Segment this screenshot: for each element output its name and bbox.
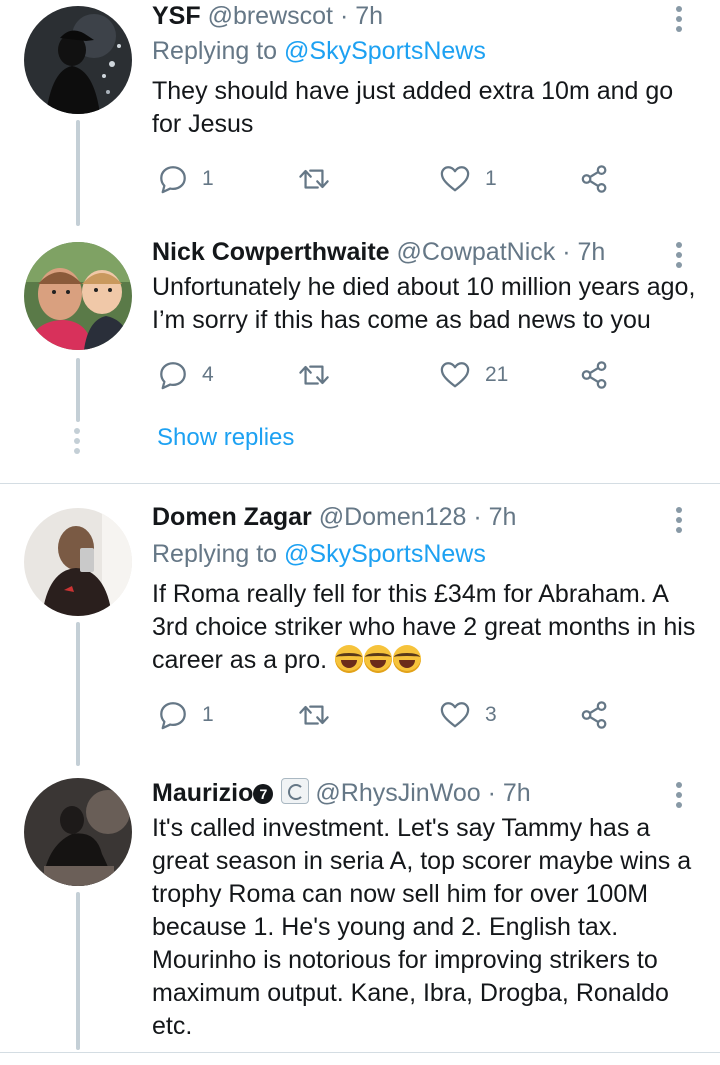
timestamp[interactable]: 7h [355, 2, 383, 30]
more-vertical-icon[interactable] [672, 6, 686, 36]
avatar[interactable] [24, 6, 132, 114]
like-count: 21 [485, 363, 509, 386]
display-name[interactable]: YSF [152, 2, 201, 30]
retweet-button[interactable] [297, 360, 331, 390]
reply-button[interactable]: 1 [158, 700, 214, 730]
more-vertical-icon[interactable] [672, 242, 686, 272]
more-vertical-icon[interactable] [672, 507, 686, 537]
replying-to-link[interactable]: @SkySportsNews [284, 37, 486, 65]
reply-button[interactable]: 1 [158, 164, 214, 194]
share-button[interactable] [580, 700, 610, 730]
tweet-text: Unfortunately he died about 10 million y… [152, 273, 696, 334]
reply-button[interactable]: 4 [158, 360, 214, 390]
separator: · [562, 238, 571, 266]
heart-icon [439, 164, 471, 194]
tweet-text: They should have just added extra 10m an… [152, 77, 674, 138]
separator: · [339, 2, 349, 30]
display-name[interactable]: Domen Zagar [152, 503, 312, 531]
avatar[interactable] [24, 242, 132, 350]
retweet-button[interactable] [297, 164, 331, 194]
face-with-tears-of-joy-icon [393, 645, 422, 673]
user-handle[interactable]: @Domen128 [319, 503, 467, 531]
like-button[interactable]: 3 [439, 700, 497, 730]
replying-to-link[interactable]: @SkySportsNews [284, 540, 486, 568]
reply-count: 4 [202, 363, 214, 386]
g-badge-icon [281, 778, 310, 804]
like-button[interactable]: 21 [439, 360, 508, 390]
replying-to: Replying to @SkySportsNews [152, 37, 486, 66]
share-icon [580, 164, 610, 194]
show-replies-link[interactable]: Show replies [157, 424, 294, 452]
replying-to: Replying to @SkySportsNews [152, 540, 486, 569]
share-icon [580, 700, 610, 730]
tweet-header: Domen Zagar @Domen128 · 7h [152, 503, 516, 532]
retweet-icon [297, 700, 331, 730]
separator: · [473, 503, 482, 531]
name-badge: 7 [253, 784, 274, 804]
thread-line [76, 892, 80, 1050]
face-with-tears-of-joy-icon [335, 645, 364, 673]
replying-to-label: Replying to [152, 37, 285, 65]
like-count: 3 [485, 703, 497, 726]
tweet-header: Maurizio 7 @RhysJinWoo · 7h [152, 778, 531, 808]
comment-bubble-icon [158, 360, 188, 390]
avatar[interactable] [24, 778, 132, 886]
retweet-icon [297, 164, 331, 194]
thread-line [76, 358, 80, 422]
display-name[interactable]: Nick Cowperthwaite [152, 238, 390, 266]
thread-line [76, 120, 80, 226]
tweet-text-content: If Roma really fell for this £34m for Ab… [152, 580, 696, 674]
reply-count: 1 [202, 703, 214, 726]
display-name[interactable]: Maurizio [152, 779, 253, 807]
comment-bubble-icon [158, 700, 188, 730]
replying-to-label: Replying to [152, 540, 285, 568]
tweet-text: If Roma really fell for this £34m for Ab… [152, 578, 707, 677]
timestamp[interactable]: 7h [503, 779, 531, 807]
heart-icon [439, 700, 471, 730]
tweet-header: YSF @brewscot · 7h [152, 2, 383, 31]
share-button[interactable] [580, 164, 610, 194]
heart-icon [439, 360, 471, 390]
retweet-icon [297, 360, 331, 390]
user-handle[interactable]: @RhysJinWoo [315, 779, 480, 807]
separator: · [487, 779, 496, 807]
like-count: 1 [485, 167, 497, 190]
user-handle[interactable]: @brewscot [208, 2, 333, 30]
share-icon [580, 360, 610, 390]
user-handle[interactable]: @CowpatNick [397, 238, 556, 266]
reply-count: 1 [202, 167, 214, 190]
divider [0, 483, 720, 484]
timestamp[interactable]: 7h [489, 503, 517, 531]
tweet-text: It's called investment. Let's say Tammy … [152, 814, 692, 1040]
more-vertical-icon[interactable] [672, 782, 686, 812]
tweet-header: Nick Cowperthwaite @CowpatNick · 7h [152, 238, 605, 267]
comment-bubble-icon [158, 164, 188, 194]
face-with-tears-of-joy-icon [364, 645, 393, 673]
like-button[interactable]: 1 [439, 164, 497, 194]
retweet-button[interactable] [297, 700, 331, 730]
thread-line [76, 622, 80, 766]
divider [0, 1052, 720, 1053]
share-button[interactable] [580, 360, 610, 390]
thread-dots [74, 428, 82, 458]
timestamp[interactable]: 7h [578, 238, 606, 266]
avatar[interactable] [24, 508, 132, 616]
